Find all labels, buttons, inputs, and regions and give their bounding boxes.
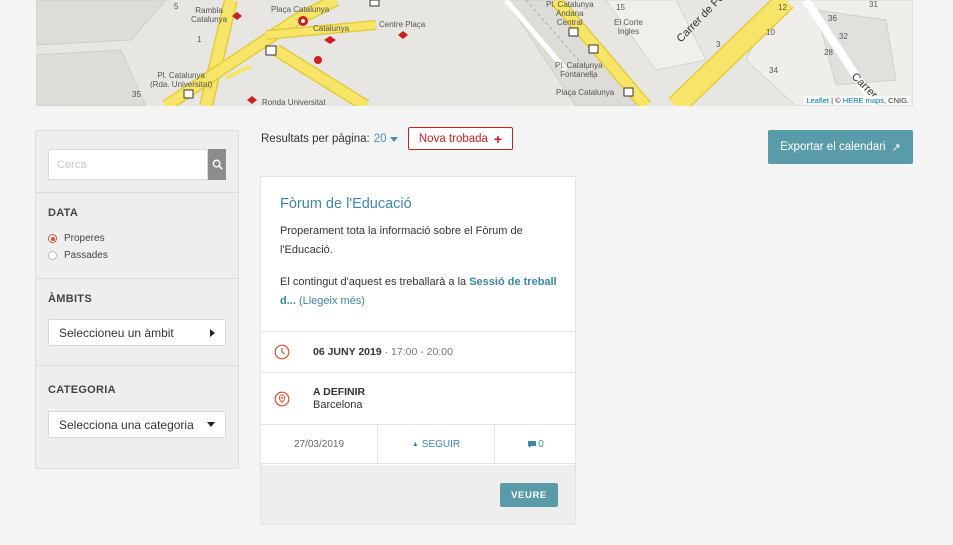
- event-datetime-row: 06 JUNY 2019 · 17:00 - 20:00: [261, 331, 575, 372]
- search-box: [48, 149, 226, 180]
- radio-passades-indicator[interactable]: [48, 251, 57, 260]
- map-label-pl-cat-andana: Pl. Catalunya Andana Central: [546, 0, 594, 27]
- published-date: 27/03/2019: [261, 425, 378, 463]
- divider: [36, 365, 238, 366]
- radio-properes-label: Properes: [64, 233, 105, 244]
- event-card: Fòrum de l'Educació Properament tota la …: [260, 176, 576, 525]
- map-label-5: 5: [174, 2, 179, 11]
- data-section-title: DATA: [48, 207, 79, 219]
- divider: [36, 278, 238, 279]
- map-label-3: 3: [716, 40, 721, 49]
- map-label-35: 35: [132, 90, 141, 99]
- triangle-up-icon: ▲: [411, 440, 419, 448]
- map-label-32: 32: [839, 32, 848, 41]
- desc-prefix: El contingut d'aquest es treballarà a la: [280, 276, 470, 288]
- map-label-31: 31: [869, 0, 878, 9]
- event-actions: 27/03/2019 ▲ SEGUIR 0: [261, 424, 575, 464]
- radio-passades[interactable]: Passades: [48, 250, 108, 261]
- leaflet-link[interactable]: Leaflet: [806, 96, 829, 105]
- new-event-button[interactable]: Nova trobada +: [408, 127, 513, 150]
- map-label-rambla: Rambla Catalunya: [191, 6, 228, 24]
- event-time: 17:00 - 20:00: [391, 346, 453, 358]
- follow-label: SEGUIR: [421, 438, 461, 450]
- ambits-section-title: ÀMBITS: [48, 293, 92, 305]
- map-label-ronda-universitat: Ronda Universitat: [262, 98, 326, 106]
- clock-icon: [273, 344, 290, 361]
- map-label-1: 1: [197, 35, 202, 44]
- map-label-28: 28: [824, 48, 833, 57]
- radio-properes-indicator[interactable]: [48, 234, 57, 243]
- event-location-row: A DEFINIR Barcelona: [261, 372, 575, 424]
- search-input[interactable]: [48, 149, 208, 180]
- read-more-link[interactable]: (Llegeix més): [296, 295, 365, 307]
- event-description-2: El contingut d'aquest es treballarà a la…: [280, 273, 562, 311]
- follow-button[interactable]: ▲ SEGUIR: [378, 425, 495, 463]
- export-calendar-button[interactable]: Exportar el calendari ↗: [768, 130, 913, 164]
- map-tiles: [36, 0, 913, 106]
- chevron-down-icon: [207, 422, 215, 427]
- search-icon: [212, 159, 223, 170]
- attribution-sep: | ©: [828, 96, 843, 105]
- map-label-el-corte: El Corte Ingles: [614, 18, 643, 36]
- map[interactable]: 5 Rambla Catalunya Plaça Catalunya Catal…: [36, 0, 913, 106]
- event-title[interactable]: Fòrum de l'Educació: [280, 196, 412, 212]
- ambit-select-label: Seleccioneu un àmbit: [59, 325, 174, 340]
- place-city: Barcelona: [313, 398, 363, 411]
- map-label-34: 34: [769, 66, 778, 75]
- map-label-pl-cat-univ: Pl. Catalunya (Rda. Universitat): [150, 71, 213, 89]
- attribution-cnig: , CNIG.: [883, 96, 909, 105]
- caret-right-icon: [210, 328, 215, 337]
- results-per-page: Resultats per pàgina: 20: [261, 133, 399, 145]
- map-label-12: 12: [778, 3, 787, 12]
- map-label-10: 10: [766, 28, 775, 37]
- event-date: 06 JUNY 2019: [313, 346, 382, 358]
- card-bottom: VEURE: [261, 465, 575, 524]
- plus-icon: +: [493, 130, 503, 147]
- map-label-15: 15: [616, 3, 625, 12]
- event-datetime: 06 JUNY 2019 · 17:00 - 20:00: [313, 346, 453, 358]
- place-title: A DEFINIR: [313, 385, 366, 398]
- ambit-select[interactable]: Seleccioneu un àmbit: [48, 319, 226, 346]
- categoria-select-label: Selecciona una categoria: [59, 417, 194, 432]
- share-arrow-icon: ↗: [891, 141, 901, 154]
- categoria-section-title: CATEGORIA: [48, 384, 116, 396]
- radio-passades-label: Passades: [64, 250, 108, 261]
- view-button[interactable]: VEURE: [500, 483, 558, 507]
- export-calendar-label: Exportar el calendari: [780, 141, 886, 153]
- comment-icon: [528, 440, 537, 448]
- here-maps-link[interactable]: HERE maps: [843, 96, 884, 105]
- filter-sidebar: DATA Properes Passades ÀMBITS Seleccione…: [35, 130, 239, 469]
- search-button[interactable]: [208, 149, 226, 180]
- event-location: A DEFINIR Barcelona: [313, 386, 365, 412]
- map-attribution: Leaflet | © HERE maps, CNIG.: [804, 96, 911, 105]
- chevron-down-icon[interactable]: [390, 136, 399, 142]
- map-label-placa-catalunya: Plaça Catalunya: [271, 5, 330, 14]
- categoria-select[interactable]: Selecciona una categoria: [48, 411, 226, 438]
- map-label-placa-catalunya-2: Plaça Catalunya: [556, 88, 615, 97]
- radio-properes[interactable]: Properes: [48, 233, 105, 244]
- date-sep: ·: [381, 346, 392, 358]
- new-event-label: Nova trobada: [418, 132, 488, 145]
- comments-button[interactable]: 0: [495, 425, 575, 463]
- per-page-select[interactable]: 20: [374, 133, 387, 145]
- comments-count: 0: [538, 438, 544, 450]
- location-pin-icon: [273, 390, 290, 407]
- map-label-36: 36: [828, 14, 837, 23]
- divider: [36, 192, 238, 193]
- event-description: Properament tota la informació sobre el …: [280, 225, 523, 256]
- map-label-centre-placa: Centre Plaça: [379, 20, 426, 29]
- map-label-pl-cat-fontanella: Pl. Catalunya Fontanella: [555, 61, 603, 79]
- map-label-catalunya: Catalunya: [313, 24, 350, 33]
- per-page-label: Resultats per pàgina:: [261, 133, 370, 145]
